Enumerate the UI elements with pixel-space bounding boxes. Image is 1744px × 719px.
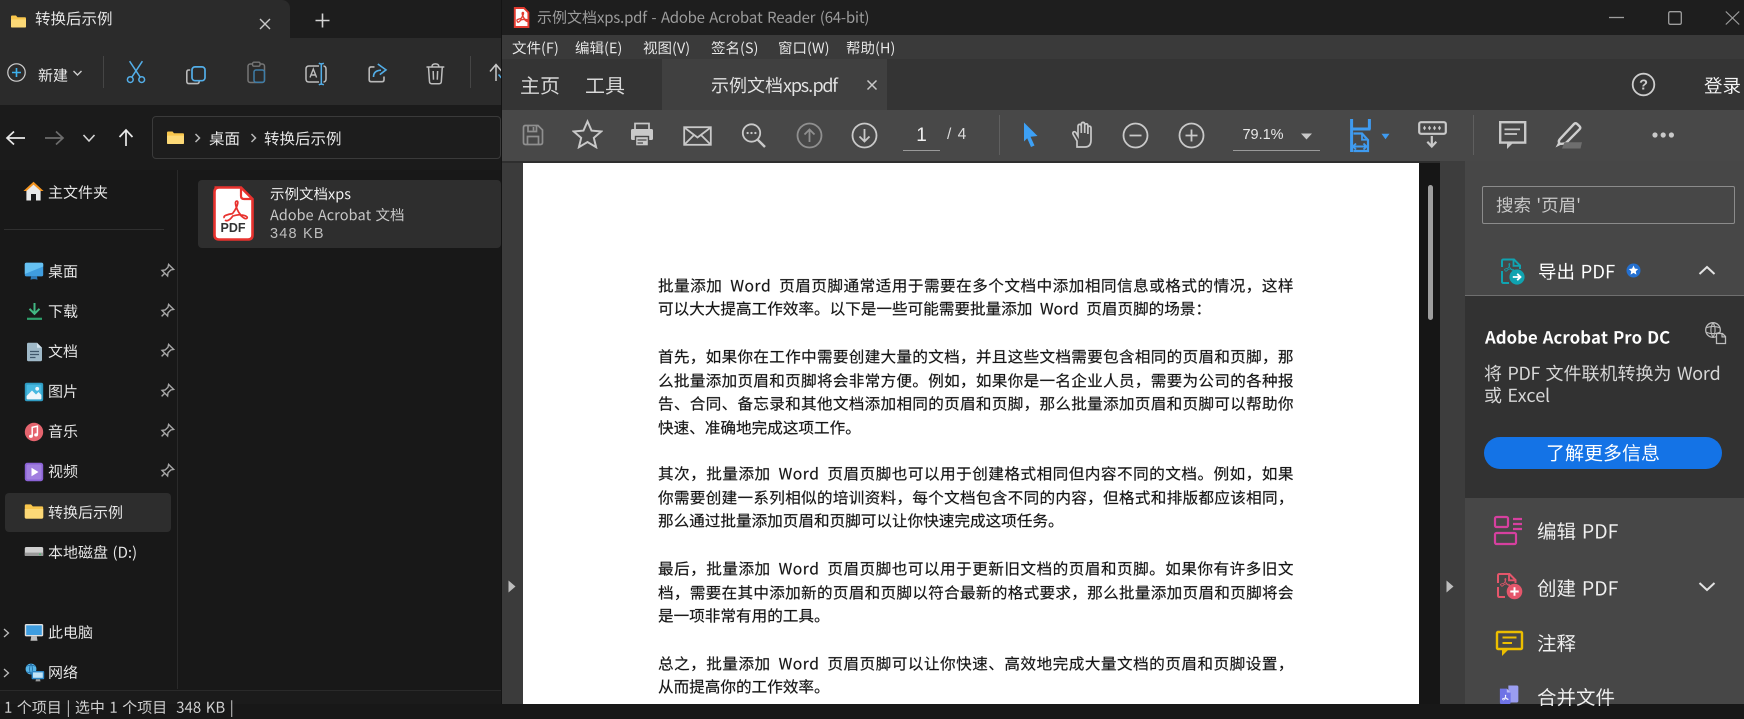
svg-text:PDF: PDF	[221, 221, 246, 235]
svg-text:?: ?	[1639, 78, 1648, 94]
